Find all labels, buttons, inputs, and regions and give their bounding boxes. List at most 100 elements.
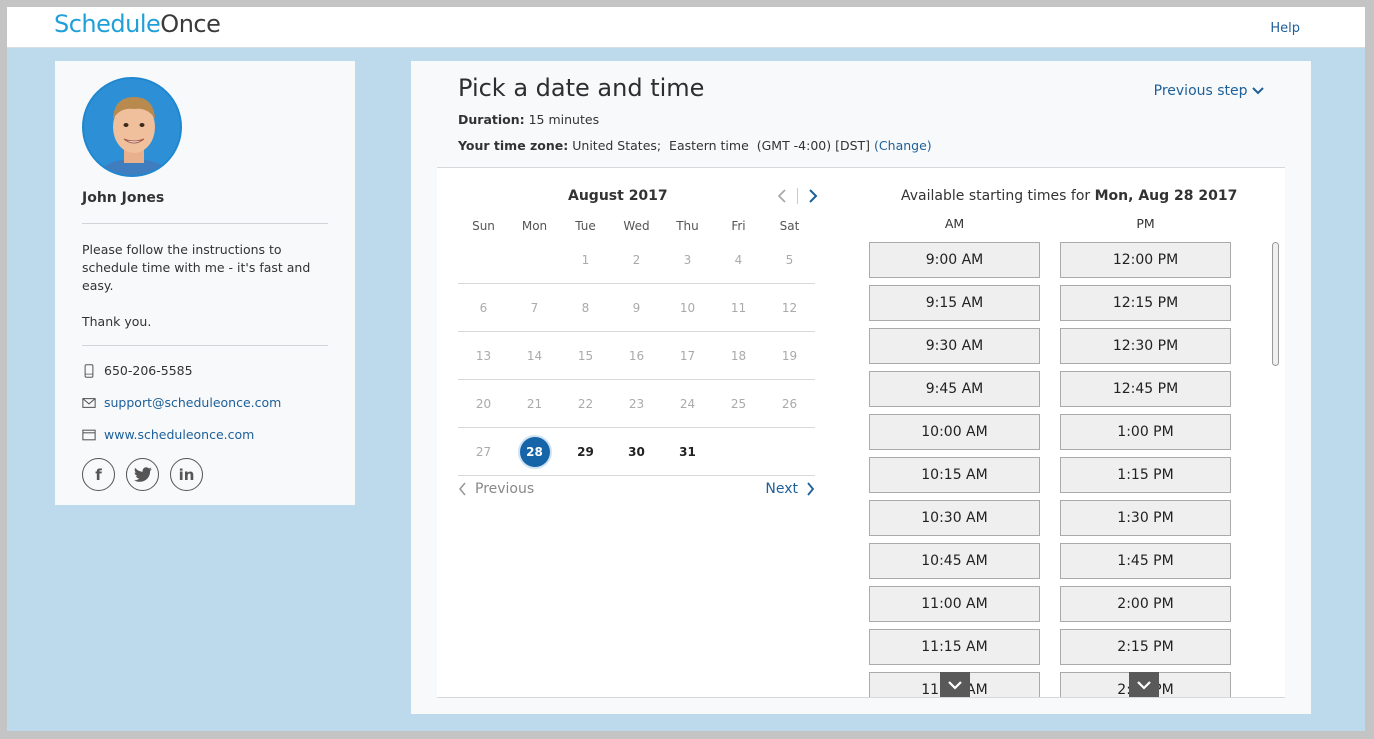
timezone-change-link[interactable]: (Change) (874, 138, 932, 153)
am-header: AM (944, 216, 965, 231)
time-slot-button[interactable]: 12:15 PM (1060, 285, 1231, 321)
time-slot-button[interactable]: 2:00 PM (1060, 586, 1231, 622)
available-times-title: Available starting times for Mon, Aug 28… (901, 188, 1237, 204)
time-slot-button[interactable]: 10:30 AM (869, 500, 1040, 536)
time-slot-button[interactable]: 1:15 PM (1060, 457, 1231, 493)
chevron-right-icon[interactable] (808, 189, 818, 203)
contact-email[interactable]: support@scheduleonce.com (82, 395, 281, 410)
calendar-day: 1 (581, 252, 590, 267)
selected-date: Mon, Aug 28 2017 (1094, 188, 1238, 204)
previous-month-link[interactable]: Previous (458, 481, 534, 497)
calendar-day[interactable]: 28 (509, 436, 560, 467)
timezone-value: United States; Eastern time (GMT -4:00) … (572, 138, 871, 153)
time-slot-button[interactable]: 10:45 AM (869, 543, 1040, 579)
logo-text-once: Once (160, 10, 221, 38)
calendar-day: 15 (577, 348, 594, 363)
time-slot-button[interactable]: 11:15 AM (869, 629, 1040, 665)
pm-slot-list: 12:00 PM 12:15 PM 12:30 PM 12:45 PM 1:00 PM 1… (1060, 242, 1231, 697)
calendar-week: 27 28 29 30 31 (458, 428, 815, 476)
twitter-icon[interactable] (126, 458, 159, 491)
time-slot-button[interactable]: 2:15 PM (1060, 629, 1231, 665)
time-slot-button[interactable]: 12:00 PM (1060, 242, 1231, 278)
linkedin-icon[interactable]: in (170, 458, 203, 491)
top-bar: ScheduleOnce Help (7, 7, 1365, 48)
weekday-header: Sun Mon Tue Wed Thu Fri Sat (458, 216, 815, 236)
logo-text-schedule: Schedule (54, 10, 161, 38)
calendar-day: 7 (530, 300, 539, 315)
chevron-down-icon (948, 681, 962, 690)
time-slot-button[interactable]: 12:30 PM (1060, 328, 1231, 364)
next-month-link[interactable]: Next (765, 481, 815, 497)
calendar-day: 25 (730, 396, 747, 411)
previous-step-link[interactable]: Previous step (1154, 83, 1264, 99)
chevron-left-icon[interactable] (777, 189, 787, 203)
chevron-down-icon (1252, 87, 1264, 95)
time-slot-button[interactable]: 9:15 AM (869, 285, 1040, 321)
weekday-label: Wed (623, 219, 650, 233)
time-slot-button[interactable]: 1:30 PM (1060, 500, 1231, 536)
time-slot-button[interactable]: 12:45 PM (1060, 371, 1231, 407)
facebook-icon[interactable]: f (82, 458, 115, 491)
date-time-picker: August 2017 Sun Mon Tue Wed Thu Fri Sat … (437, 167, 1285, 698)
calendar-day: 18 (730, 348, 747, 363)
duration-line: Duration: 15 minutes (458, 112, 599, 127)
calendar-day: 20 (475, 396, 492, 411)
timezone-line: Your time zone: United States; Eastern t… (458, 138, 932, 153)
calendar-day[interactable]: 31 (662, 445, 713, 459)
time-slot-button[interactable]: 1:45 PM (1060, 543, 1231, 579)
calendar-day: 4 (734, 252, 743, 267)
calendar-day: 27 (475, 444, 492, 459)
calendar-day: 16 (628, 348, 645, 363)
month-nav (777, 188, 818, 204)
calendar-day[interactable]: 30 (611, 445, 662, 459)
calendar-day: 5 (785, 252, 794, 267)
profile-name: John Jones (82, 190, 165, 206)
calendar-day: 8 (581, 300, 590, 315)
calendar-day: 9 (632, 300, 641, 315)
email-link[interactable]: support@scheduleonce.com (104, 395, 281, 410)
calendar-day: 10 (679, 300, 696, 315)
page-title: Pick a date and time (458, 74, 705, 102)
time-slot-button[interactable]: 9:00 AM (869, 242, 1040, 278)
website-link[interactable]: www.scheduleonce.com (104, 427, 254, 442)
time-slot-button[interactable]: 1:00 PM (1060, 414, 1231, 450)
help-link[interactable]: Help (1270, 21, 1300, 36)
calendar-day: 22 (577, 396, 594, 411)
am-scroll-down-button[interactable] (940, 672, 970, 697)
time-slot-button[interactable]: 10:15 AM (869, 457, 1040, 493)
calendar-week: 1 2 3 4 5 (458, 236, 815, 284)
avatar-image (84, 79, 180, 175)
calendar-day: 24 (679, 396, 696, 411)
calendar-day: 13 (475, 348, 492, 363)
pm-scroll-down-button[interactable] (1129, 672, 1159, 697)
time-slot-button[interactable]: 9:30 AM (869, 328, 1040, 364)
avatar (82, 77, 182, 177)
duration-label: Duration: (458, 112, 525, 127)
time-slot-button[interactable]: 9:45 AM (869, 371, 1040, 407)
selected-day[interactable]: 28 (519, 436, 550, 467)
time-slot-button[interactable]: 11:00 AM (869, 586, 1040, 622)
weekday-label: Mon (521, 219, 548, 233)
contact-website[interactable]: www.scheduleonce.com (82, 427, 254, 442)
weekday-label: Thu (676, 219, 699, 233)
calendar-day: 23 (628, 396, 645, 411)
nav-separator (797, 188, 798, 204)
weekday-label: Tue (575, 219, 596, 233)
calendar-day: 17 (679, 348, 696, 363)
available-times-prefix: Available starting times for (901, 188, 1091, 204)
profile-card: John Jones Please follow the instruction… (55, 61, 355, 505)
phone-icon (84, 363, 94, 378)
previous-step-label: Previous step (1153, 83, 1248, 99)
weekday-label: Sun (472, 219, 495, 233)
calendar-day[interactable]: 29 (560, 445, 611, 459)
logo: ScheduleOnce (54, 10, 221, 38)
chevron-right-icon (807, 482, 815, 496)
time-list-scrollbar[interactable] (1272, 242, 1279, 366)
calendar-day: 12 (781, 300, 798, 315)
calendar-day: 6 (479, 300, 488, 315)
timezone-label: Your time zone: (458, 138, 569, 153)
calendar-week: 6 7 8 9 10 11 12 (458, 284, 815, 332)
time-slot-button[interactable]: 10:00 AM (869, 414, 1040, 450)
twitter-bird-icon (133, 466, 152, 482)
envelope-icon (82, 397, 96, 408)
